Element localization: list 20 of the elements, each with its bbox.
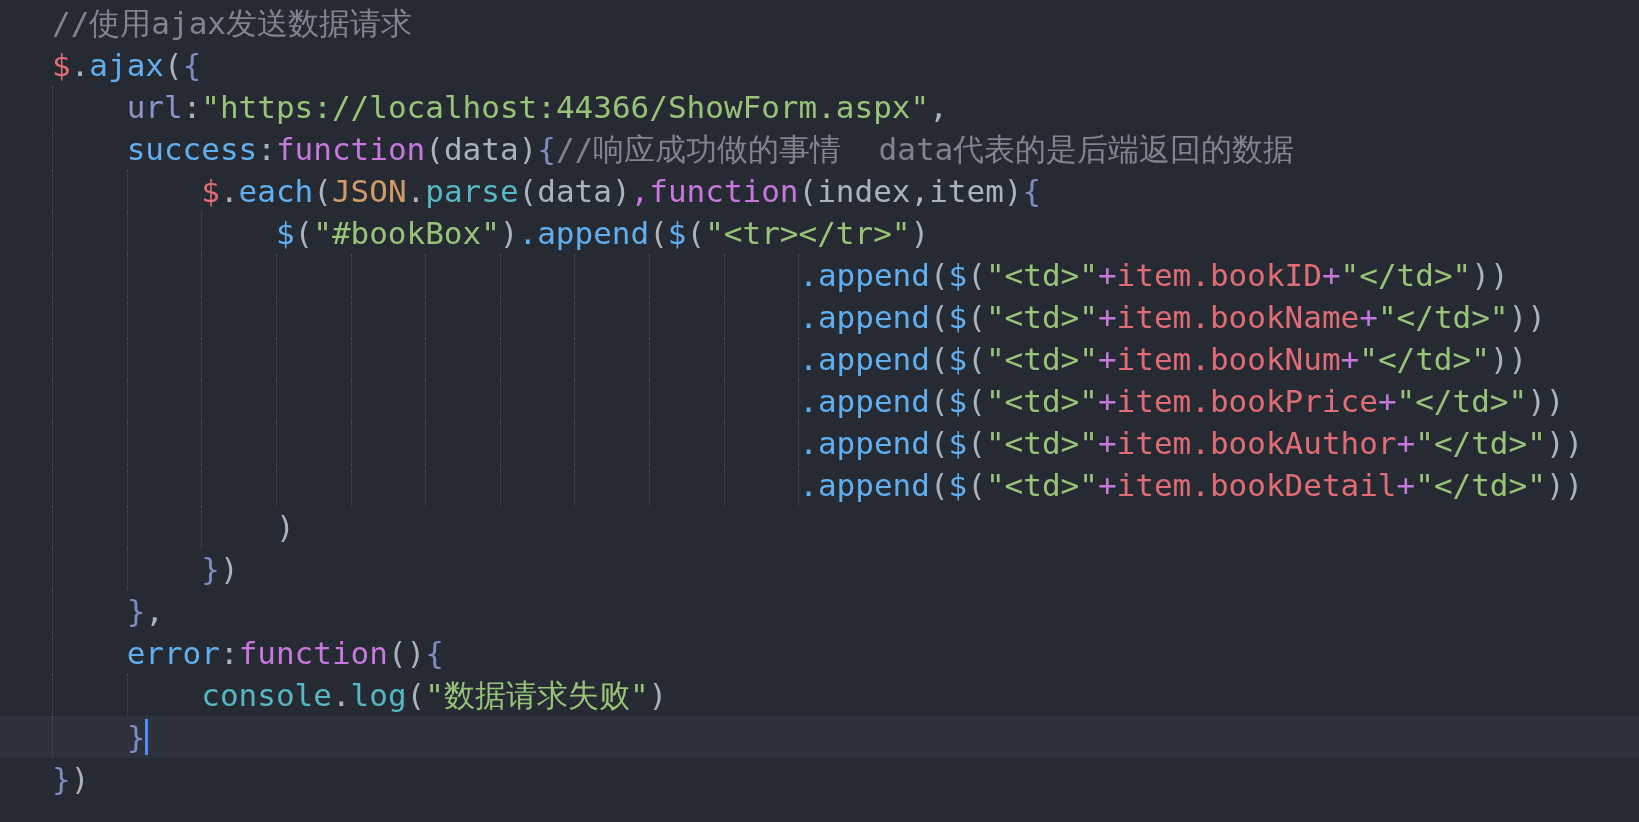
- code-line: }): [201, 550, 239, 589]
- code-line: $("#bookBox").append($("<tr></tr>"): [275, 214, 930, 253]
- code-line: $.ajax({: [52, 46, 202, 85]
- code-line: }): [52, 760, 90, 799]
- code-line: console.log("数据请求失败"): [201, 676, 668, 715]
- code-line: .append($("<td>"+item.bookNum+"</td>")): [799, 340, 1528, 379]
- code-line: $.each(JSON.parse(data),function(index,item){: [201, 172, 1042, 211]
- code-line: //使用ajax发送数据请求: [52, 4, 412, 43]
- code-line: .append($("<td>"+item.bookDetail+"</td>")): [799, 466, 1584, 505]
- code-line: },: [126, 592, 164, 631]
- code-line: .append($("<td>"+item.bookName+"</td>")): [799, 298, 1546, 337]
- code-line: .append($("<td>"+item.bookID+"</td>")): [799, 256, 1509, 295]
- code-line: }: [126, 718, 146, 757]
- code-line: url:"https://localhost:44366/ShowForm.aspx",: [126, 88, 948, 127]
- code-line: .append($("<td>"+item.bookPrice+"</td>")): [799, 382, 1565, 421]
- code-line: ): [275, 508, 295, 547]
- code-line: .append($("<td>"+item.bookAuthor+"</td>")): [799, 424, 1584, 463]
- code-line: error:function(){: [126, 634, 444, 673]
- text-cursor: [145, 719, 149, 755]
- code-line: success:function(data){//响应成功做的事情 data代表的是后端返回的数据: [126, 130, 1295, 169]
